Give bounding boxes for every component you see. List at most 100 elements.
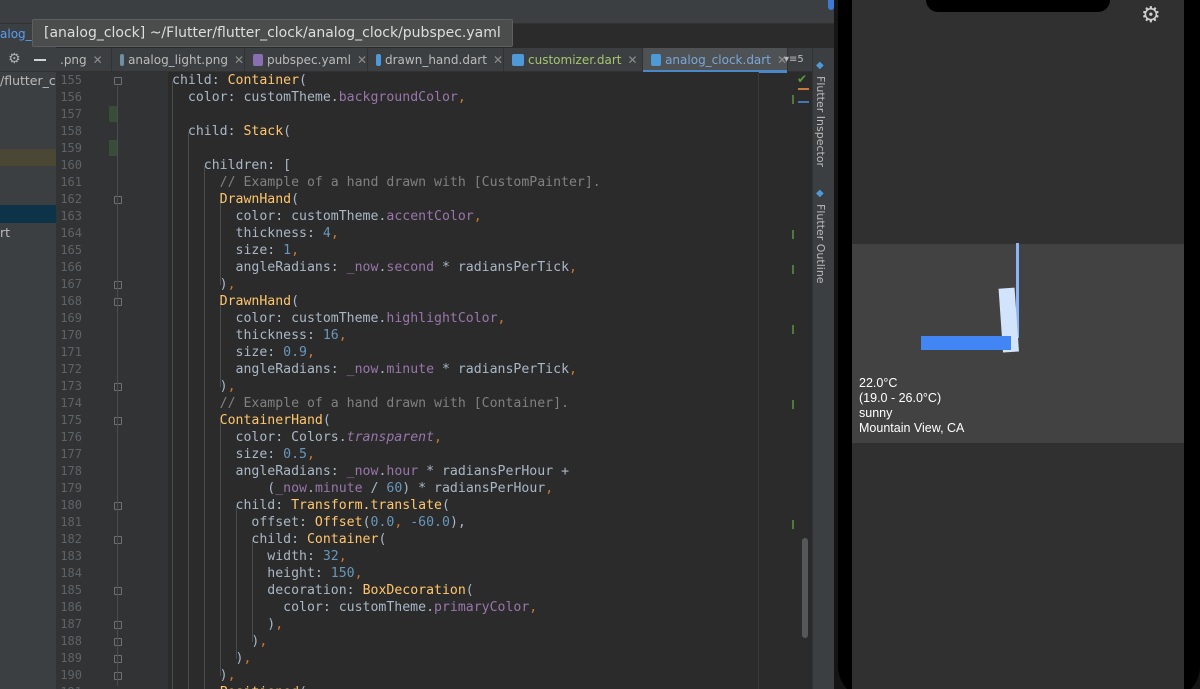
fold-marker[interactable]	[114, 672, 122, 680]
code-token: ,	[338, 328, 347, 343]
code-line[interactable]: DrawnHand(	[172, 191, 299, 208]
code-line[interactable]: ),	[172, 650, 252, 667]
tab-overflow-menu[interactable]: ▾≡5	[784, 48, 804, 72]
code-token: thickness:	[172, 328, 323, 343]
hour-hand	[921, 336, 1011, 350]
close-icon[interactable]: ✕	[93, 53, 103, 67]
collapse-icon[interactable]	[34, 59, 46, 61]
code-token: width:	[172, 549, 323, 564]
tab-3[interactable]: drawn_hand.dart ✕	[368, 48, 504, 72]
code-line[interactable]: size: 0.9,	[172, 344, 315, 361]
tab-1[interactable]: analog_light.png ✕	[112, 48, 245, 72]
code-line[interactable]: child: Stack(	[172, 123, 291, 140]
code-line[interactable]: child: Container(	[172, 72, 307, 89]
fold-marker[interactable]	[114, 196, 122, 204]
change-marker[interactable]	[792, 520, 794, 529]
code-token: ,	[306, 447, 315, 462]
code-line[interactable]: decoration: BoxDecoration(	[172, 582, 473, 599]
code-token: highlightColor	[386, 311, 498, 326]
fold-marker[interactable]	[114, 77, 122, 85]
close-icon[interactable]: ✕	[493, 53, 503, 67]
editor-tab-bar: .png ✕ analog_light.png ✕ pubspec.yaml ✕ drawn…	[56, 48, 812, 73]
code-line[interactable]: color: customTheme.backgroundColor,	[172, 89, 466, 106]
code-token: ,	[227, 379, 236, 394]
project-highlight-row[interactable]	[0, 149, 56, 166]
flutter-inspector-tab[interactable]: Flutter Inspector	[814, 76, 827, 167]
fold-marker[interactable]	[114, 587, 122, 595]
fold-marker[interactable]	[114, 502, 122, 510]
code-line[interactable]: // Example of a hand drawn with [Contain…	[172, 395, 569, 412]
code-line[interactable]: ),	[172, 378, 236, 395]
fold-marker[interactable]	[114, 417, 122, 425]
code-line[interactable]: Positioned(	[172, 684, 307, 689]
fold-marker[interactable]	[114, 298, 122, 306]
code-line[interactable]: DrawnHand(	[172, 293, 299, 310]
code-token: color: customTheme.	[172, 209, 387, 224]
code-token: angleRadians:	[172, 362, 347, 377]
code-line[interactable]: (_now.minute / 60) * radiansPerHour,	[172, 480, 553, 497]
code-line[interactable]: ),	[172, 616, 283, 633]
tab-0[interactable]: .png ✕	[56, 48, 112, 72]
line-number: 187	[60, 617, 82, 631]
code-line[interactable]: angleRadians: _now.second * radiansPerTi…	[172, 259, 577, 276]
code-line[interactable]: child: Transform.translate(	[172, 497, 450, 514]
code-line[interactable]: color: Colors.transparent,	[172, 429, 442, 446]
code-line[interactable]: color: customTheme.highlightColor,	[172, 310, 506, 327]
gear-icon[interactable]: ⚙	[8, 51, 21, 67]
code-line[interactable]: color: customTheme.primaryColor,	[172, 599, 537, 616]
code-token: * radiansPerTick	[434, 260, 570, 275]
tab-2[interactable]: pubspec.yaml ✕	[245, 48, 368, 72]
change-marker[interactable]	[792, 230, 794, 239]
flutter-outline-tab[interactable]: Flutter Outline	[814, 204, 827, 284]
code-line[interactable]: offset: Offset(0.0, -60.0),	[172, 514, 465, 531]
close-icon[interactable]: ✕	[234, 53, 244, 67]
fold-marker[interactable]	[114, 536, 122, 544]
line-number: 176	[60, 430, 82, 444]
code-editor[interactable]: child: Container( color: customTheme.bac…	[168, 72, 758, 689]
fold-marker[interactable]	[114, 621, 122, 629]
code-line[interactable]: size: 0.5,	[172, 446, 315, 463]
code-token: (	[291, 294, 300, 309]
code-line[interactable]: size: 1,	[172, 242, 300, 259]
code-line[interactable]: ),	[172, 667, 236, 684]
code-line[interactable]: color: customTheme.accentColor,	[172, 208, 482, 225]
fold-marker[interactable]	[114, 638, 122, 646]
line-number: 169	[60, 311, 82, 325]
code-token: ContainerHand	[219, 413, 323, 428]
code-line[interactable]: thickness: 4,	[172, 225, 339, 242]
change-marker[interactable]	[792, 95, 794, 104]
line-number: 190	[60, 668, 82, 682]
warning-marker[interactable]	[798, 88, 809, 90]
code-line[interactable]: angleRadians: _now.hour * radiansPerHour…	[172, 463, 570, 480]
project-root-path[interactable]: /flutter_c	[0, 73, 56, 88]
change-marker[interactable]	[792, 325, 794, 334]
fold-marker[interactable]	[114, 281, 122, 289]
code-line[interactable]: child: Container(	[172, 531, 386, 548]
tab-4[interactable]: customizer.dart ✕	[504, 48, 643, 72]
settings-gear-icon[interactable]: ⚙	[1141, 3, 1161, 28]
info-marker[interactable]	[798, 101, 809, 103]
project-item-label[interactable]: rt	[0, 225, 10, 240]
project-selected-row[interactable]	[0, 205, 56, 223]
code-token: (	[299, 73, 307, 88]
code-line[interactable]: children: [	[172, 157, 291, 174]
tab-5[interactable]: analog_clock.dart ✕	[643, 48, 788, 73]
code-line[interactable]: height: 150,	[172, 565, 362, 582]
code-line[interactable]: angleRadians: _now.minute * radiansPerTi…	[172, 361, 577, 378]
code-line[interactable]: // Example of a hand drawn with [CustomP…	[172, 174, 601, 191]
close-icon[interactable]: ✕	[357, 53, 367, 67]
line-number: 178	[60, 464, 82, 478]
code-token: 0.5	[283, 447, 307, 462]
code-line[interactable]: ),	[172, 276, 236, 293]
fold-marker[interactable]	[114, 655, 122, 663]
code-line[interactable]: ContainerHand(	[172, 412, 331, 429]
code-line[interactable]: thickness: 16,	[172, 327, 347, 344]
code-line[interactable]: width: 32,	[172, 548, 346, 565]
code-token: )	[172, 617, 276, 632]
fold-marker[interactable]	[114, 383, 122, 391]
change-marker[interactable]	[792, 265, 794, 274]
close-icon[interactable]: ✕	[627, 53, 637, 67]
change-marker[interactable]	[792, 400, 794, 409]
editor-scrollbar[interactable]	[802, 538, 808, 638]
code-line[interactable]: ),	[172, 633, 267, 650]
